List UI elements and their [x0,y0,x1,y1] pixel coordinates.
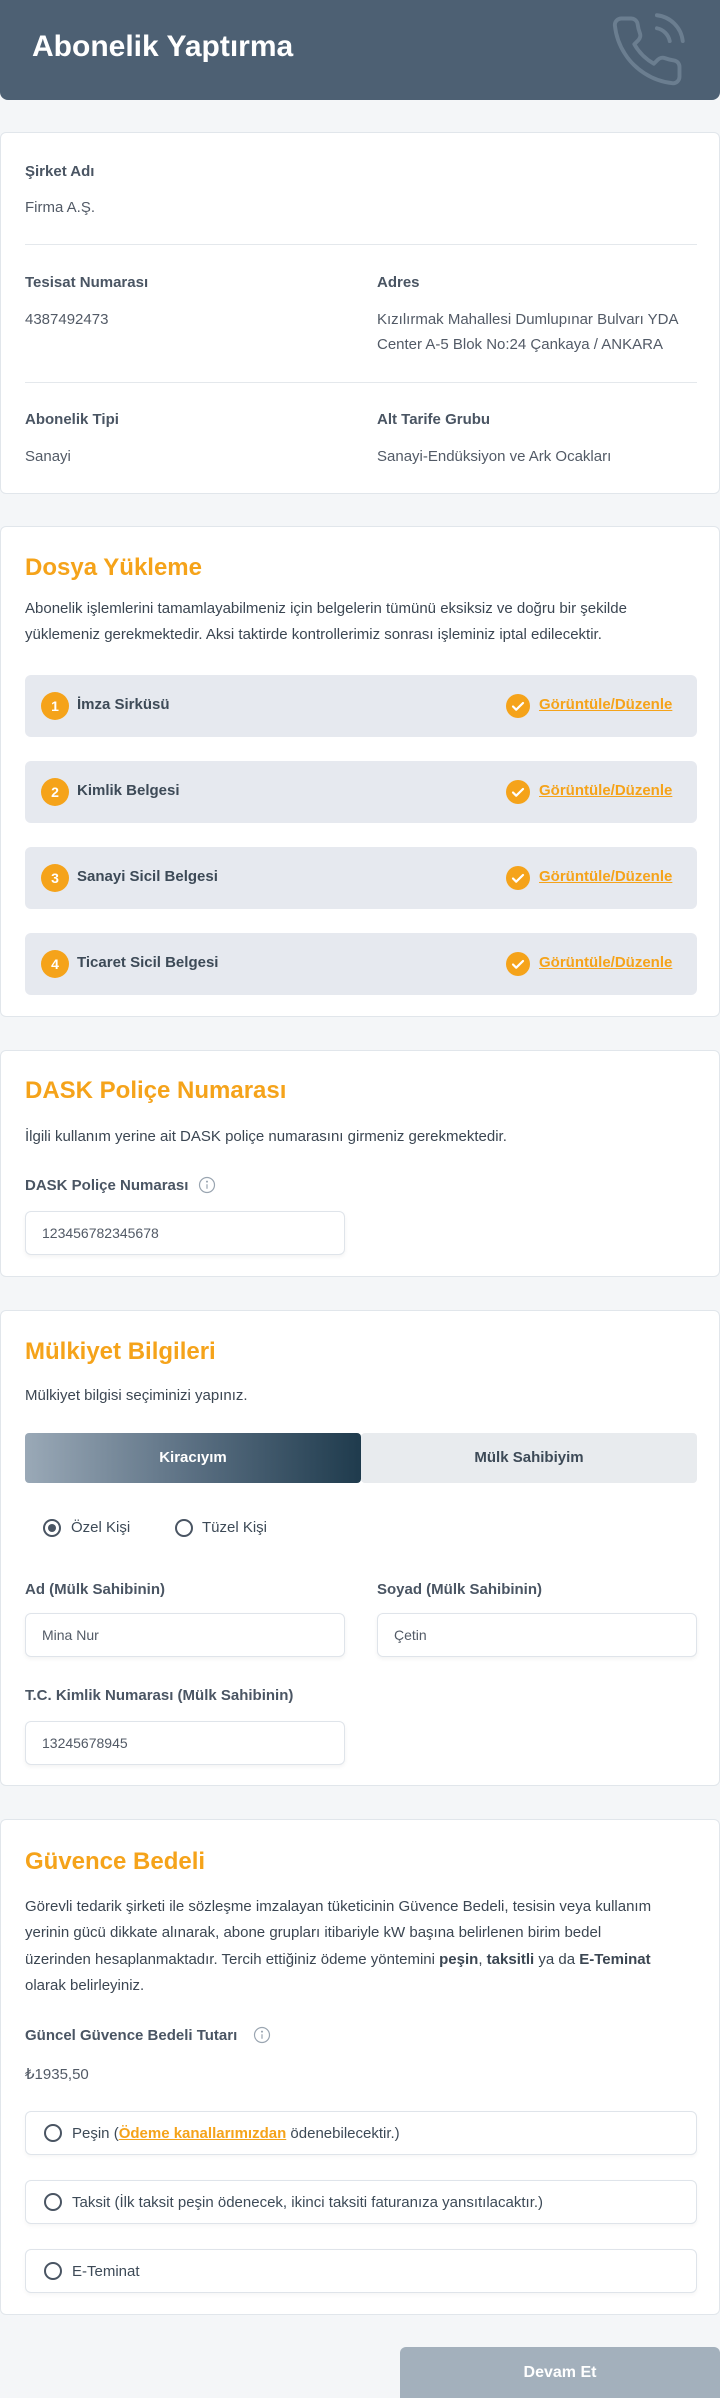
page-header: Abonelik Yaptırma [0,0,720,100]
ownership-card: Mülkiyet Bilgileri Mülkiyet bilgisi seçi… [0,1310,720,1786]
upload-desc-line1: Abonelik işlemlerini tamamlayabilmeniz i… [25,600,627,617]
payment-radio[interactable] [44,2262,62,2280]
legal-entity-radio[interactable] [175,1519,193,1537]
owner-name-label: Ad (Mülk Sahibinin) [25,1581,165,1598]
private-person-radio[interactable] [43,1519,61,1537]
document-name: Sanayi Sicil Belgesi [77,868,218,885]
divider [25,382,697,383]
document-number-badge: 1 [41,692,69,720]
info-icon[interactable] [198,1176,216,1194]
company-name-value: Firma A.Ş. [25,199,96,216]
payment-option-eteminat[interactable]: E-Teminat [25,2249,697,2293]
dask-card: DASK Poliçe Numarası İlgili kullanım yer… [0,1050,720,1277]
document-item: 2 Kimlik Belgesi Görüntüle/Düzenle [25,761,697,823]
alt-tarife-value: Sanayi-Endüksiyon ve Ark Ocakları [377,448,612,465]
document-name: Kimlik Belgesi [77,782,180,799]
tesisat-label: Tesisat Numarası [25,274,149,291]
upload-section-title: Dosya Yükleme [25,554,202,581]
deposit-amount-value: ₺1935,50 [25,2066,89,2083]
legal-entity-label: Tüzel Kişi [202,1519,268,1536]
adres-label: Adres [377,274,420,291]
view-edit-link[interactable]: Görüntüle/Düzenle [539,954,672,971]
view-edit-link[interactable]: Görüntüle/Düzenle [539,782,672,799]
payment-option-text: Peşin ( [72,2125,119,2142]
owner-name-input[interactable]: Mina Nur [25,1613,345,1657]
alt-tarife-label: Alt Tarife Grubu [377,411,491,428]
owner-tab[interactable]: Mülk Sahibiyim [361,1433,697,1483]
view-edit-link[interactable]: Görüntüle/Düzenle [539,868,672,885]
dask-desc: İlgili kullanım yerine ait DASK poliçe n… [25,1128,507,1145]
payment-option-installment[interactable]: Taksit (İlk taksit peşin ödenecek, ikinc… [25,2180,697,2224]
owner-surname-input[interactable]: Çetin [377,1613,697,1657]
company-info-card: Şirket Adı Firma A.Ş. Tesisat Numarası 4… [0,132,720,494]
deposit-desc-text: ya da [534,1951,580,1968]
abonelik-tipi-value: Sanayi [25,448,71,465]
payment-radio[interactable] [44,2193,62,2211]
document-name: Ticaret Sicil Belgesi [77,954,219,971]
adres-line2: Center A-5 Blok No:24 Çankaya / ANKARA [377,336,663,353]
document-item: 4 Ticaret Sicil Belgesi Görüntüle/Düzenl… [25,933,697,995]
deposit-desc-line2: yerinin gücü dikkate alınarak, abone gru… [25,1924,602,1941]
page-title: Abonelik Yaptırma [32,30,294,63]
ownership-desc: Mülkiyet bilgisi seçiminizi yapınız. [25,1387,248,1404]
payment-option-label: E-Teminat [72,2263,140,2280]
deposit-desc-text: , [478,1951,487,1968]
deposit-desc-bold: peşin [439,1951,479,1968]
info-icon[interactable] [253,2026,271,2044]
check-icon [506,694,530,718]
dask-field-label: DASK Poliçe Numarası [25,1177,189,1194]
deposit-section-title: Güvence Bedeli [25,1848,206,1875]
deposit-desc-bold: taksitli [486,1951,535,1968]
payment-channels-link[interactable]: Ödeme kanallarımızdan [119,2125,287,2142]
document-number-badge: 3 [41,864,69,892]
check-icon [506,780,530,804]
divider [25,244,697,245]
deposit-desc-text: üzerinden hesaplanmaktadır. Tercih ettiğ… [25,1951,440,1968]
document-name: İmza Sirküsü [77,696,170,713]
payment-option-cash[interactable]: Peşin (Ödeme kanallarımızdan ödenebilece… [25,2111,697,2155]
payment-option-label: Taksit (İlk taksit peşin ödenecek, ikinc… [72,2194,544,2211]
continue-button[interactable]: Devam Et [400,2347,720,2398]
private-person-label: Özel Kişi [71,1519,131,1536]
check-icon [506,952,530,976]
tesisat-value: 4387492473 [25,311,109,328]
document-number-badge: 4 [41,950,69,978]
deposit-desc-line1: Görevli tedarik şirketi ile sözleşme imz… [25,1898,652,1915]
dask-policy-input[interactable]: 123456782345678 [25,1211,345,1255]
check-icon [506,866,530,890]
payment-radio[interactable] [44,2124,62,2142]
tenant-tab[interactable]: Kiracıyım [25,1433,361,1483]
upload-desc-line2: yüklemeniz gerekmektedir. Aksi taktirde … [25,626,602,643]
owner-tc-input[interactable]: 13245678945 [25,1721,345,1765]
payment-option-label: Peşin (Ödeme kanallarımızdan ödenebilece… [72,2125,400,2142]
ownership-section-title: Mülkiyet Bilgileri [25,1338,216,1365]
deposit-card: Güvence Bedeli Görevli tedarik şirketi i… [0,1819,720,2315]
document-number-badge: 2 [41,778,69,806]
abonelik-tipi-label: Abonelik Tipi [25,411,119,428]
company-name-label: Şirket Adı [25,163,95,180]
phone-icon [612,13,685,86]
payment-option-text: ödenebilecektir.) [286,2125,400,2142]
deposit-amount-label: Güncel Güvence Bedeli Tutarı [25,2027,238,2044]
dask-section-title: DASK Poliçe Numarası [25,1077,287,1104]
document-item: 3 Sanayi Sicil Belgesi Görüntüle/Düzenle [25,847,697,909]
owner-surname-label: Soyad (Mülk Sahibinin) [377,1581,543,1598]
deposit-desc-bold: E-Teminat [579,1951,651,1968]
owner-tc-label: T.C. Kimlik Numarası (Mülk Sahibinin) [25,1687,294,1704]
document-upload-card: Dosya Yükleme Abonelik işlemlerini tamam… [0,526,720,1017]
document-item: 1 İmza Sirküsü Görüntüle/Düzenle [25,675,697,737]
deposit-desc-line3: üzerinden hesaplanmaktadır. Tercih ettiğ… [25,1946,651,1973]
adres-line1: Kızılırmak Mahallesi Dumlupınar Bulvarı … [377,311,679,328]
view-edit-link[interactable]: Görüntüle/Düzenle [539,696,672,713]
deposit-desc-line4: olarak belirleyiniz. [25,1977,145,1994]
